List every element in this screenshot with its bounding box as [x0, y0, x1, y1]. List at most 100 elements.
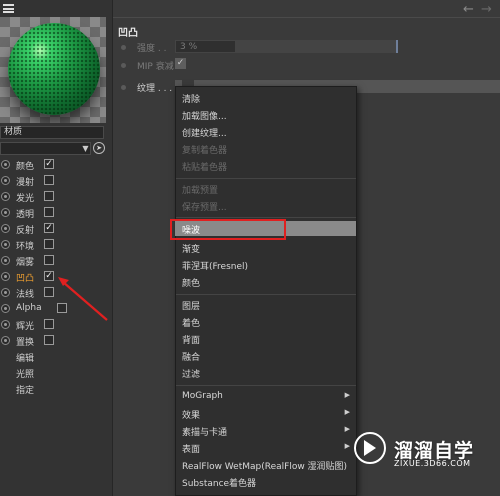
play-triangle-icon [364, 440, 376, 456]
menu-item-color[interactable]: 颜色 [175, 274, 356, 289]
channel-label: 环境 [16, 242, 35, 252]
channel-row-transparency[interactable]: 透明 [0, 206, 110, 221]
section-title: 凹凸 [118, 28, 138, 39]
channel-label: 置换 [16, 338, 35, 348]
animation-dot-icon[interactable] [121, 45, 126, 50]
radio-icon[interactable] [1, 224, 10, 233]
checkmark-icon: ✓ [45, 271, 53, 281]
channel-checkbox[interactable] [44, 191, 54, 201]
channel-row-displacement[interactable]: 置换 [0, 334, 110, 349]
channel-label: 漫射 [16, 178, 35, 188]
highlight-box-annotation [170, 219, 286, 240]
watermark-url: ZIXUE.3D66.COM [394, 459, 471, 468]
triangle-right-icon: ▶ [344, 425, 350, 433]
triangle-right-icon: ▶ [344, 391, 350, 399]
mip-falloff-checkbox[interactable]: ✓ [175, 58, 186, 69]
menu-separator [176, 178, 356, 179]
channel-row-diffusion[interactable]: 漫射 [0, 174, 110, 189]
channel-checkbox[interactable]: ✓ [44, 159, 54, 169]
channel-checkbox[interactable] [44, 175, 54, 185]
material-dropdown[interactable] [0, 142, 91, 155]
hamburger-menu-icon[interactable] [3, 4, 14, 13]
arrow-right-icon[interactable]: → [481, 2, 492, 17]
radio-icon[interactable] [1, 320, 10, 329]
channel-checkbox[interactable]: ✓ [44, 223, 54, 233]
channel-label: Alpha [16, 303, 42, 313]
channel-label: 颜色 [16, 162, 35, 172]
sidebar-item-assignment[interactable]: 指定 [16, 383, 34, 396]
material-sphere [8, 23, 100, 115]
menu-item-paste-shader: 粘贴着色器 [182, 163, 228, 173]
radio-icon[interactable] [1, 176, 10, 185]
checkmark-icon: ✓ [45, 159, 53, 169]
menu-item-fusion[interactable]: 融合 [175, 348, 356, 363]
menu-item-load-preset: 加载预置 [182, 186, 219, 196]
checkmark-icon: ✓ [45, 223, 53, 233]
radio-icon[interactable] [1, 272, 10, 281]
menu-item-clear[interactable]: 清除 [175, 90, 356, 105]
menu-item-fresnel[interactable]: 菲涅耳(Fresnel) [175, 257, 356, 272]
strength-value: 3 % [180, 42, 198, 52]
channel-label: 反射 [16, 226, 35, 236]
channel-label: 发光 [16, 194, 35, 204]
menu-item-save-preset: 保存预置... [182, 203, 227, 213]
menu-item-copy-shader: 复制着色器 [182, 146, 228, 156]
channel-checkbox[interactable] [44, 287, 54, 297]
menu-item-effects[interactable]: 效果 ▶ [175, 406, 356, 421]
channel-checkbox[interactable] [44, 319, 54, 329]
divider [113, 17, 500, 18]
channel-label: 辉光 [16, 322, 35, 332]
menu-separator [176, 294, 356, 295]
material-preview [0, 17, 106, 123]
channel-checkbox[interactable] [44, 239, 54, 249]
arrow-left-icon[interactable]: ← [463, 2, 474, 17]
radio-icon[interactable] [1, 288, 10, 297]
channel-label: 透明 [16, 210, 35, 220]
menu-item-backlight[interactable]: 背面 [175, 331, 356, 346]
menu-item-realflow-wetmap[interactable]: RealFlow WetMap(RealFlow 湿润贴图) [175, 457, 356, 472]
menu-item-surfaces[interactable]: 表面 ▶ [175, 440, 356, 455]
menu-item-sketch-toon[interactable]: 素描与卡通 ▶ [175, 423, 356, 438]
menu-item-create-texture[interactable]: 创建纹理... [175, 124, 356, 139]
radio-icon[interactable] [1, 240, 10, 249]
radio-icon[interactable] [1, 336, 10, 345]
strength-label: 强度 . . [137, 44, 167, 54]
sidebar-item-illumination[interactable]: 光照 [16, 367, 34, 380]
chevron-down-icon[interactable]: ▼ [81, 144, 90, 153]
material-name-field[interactable]: 材质 [0, 126, 104, 139]
channel-row-luminance[interactable]: 发光 [0, 190, 110, 205]
channel-row-fog[interactable]: 烟雾 [0, 254, 110, 269]
channel-checkbox[interactable]: ✓ [44, 271, 54, 281]
menu-separator [176, 217, 356, 218]
eyedropper-icon[interactable]: ➤ [93, 142, 105, 154]
radio-icon[interactable] [1, 208, 10, 217]
menu-item-filter[interactable]: 过滤 [175, 365, 356, 380]
channel-row-reflectance[interactable]: 反射 ✓ [0, 222, 110, 237]
slider-handle[interactable] [396, 40, 398, 53]
radio-icon[interactable] [1, 192, 10, 201]
menu-item-substance-shader[interactable]: Substance着色器 [175, 474, 356, 489]
menu-item-gradient[interactable]: 渐变 [175, 240, 356, 255]
sidebar-item-editor[interactable]: 编辑 [16, 351, 34, 364]
channel-checkbox[interactable] [44, 255, 54, 265]
channel-row-environment[interactable]: 环境 [0, 238, 110, 253]
red-arrow-annotation [58, 277, 108, 321]
menu-item-mograph[interactable]: MoGraph ▶ [175, 389, 356, 404]
animation-dot-icon[interactable] [121, 63, 126, 68]
channel-row-color[interactable]: 颜色 ✓ [0, 158, 110, 173]
radio-icon[interactable] [1, 304, 10, 313]
radio-icon[interactable] [1, 256, 10, 265]
channel-checkbox[interactable] [44, 207, 54, 217]
channel-label: 凹凸 [16, 274, 35, 284]
channel-label: 烟雾 [16, 258, 35, 268]
animation-dot-icon[interactable] [121, 85, 126, 90]
strength-slider[interactable] [235, 41, 397, 52]
radio-icon[interactable] [1, 160, 10, 169]
channel-checkbox[interactable] [44, 335, 54, 345]
menu-item-layer[interactable]: 图层 [175, 297, 356, 312]
menu-item-colorizer[interactable]: 着色 [175, 314, 356, 329]
menu-separator [176, 385, 356, 386]
menu-item-load-image[interactable]: 加载图像... [175, 107, 356, 122]
triangle-right-icon: ▶ [344, 442, 350, 450]
texture-label: 纹理 . . . [137, 84, 173, 94]
